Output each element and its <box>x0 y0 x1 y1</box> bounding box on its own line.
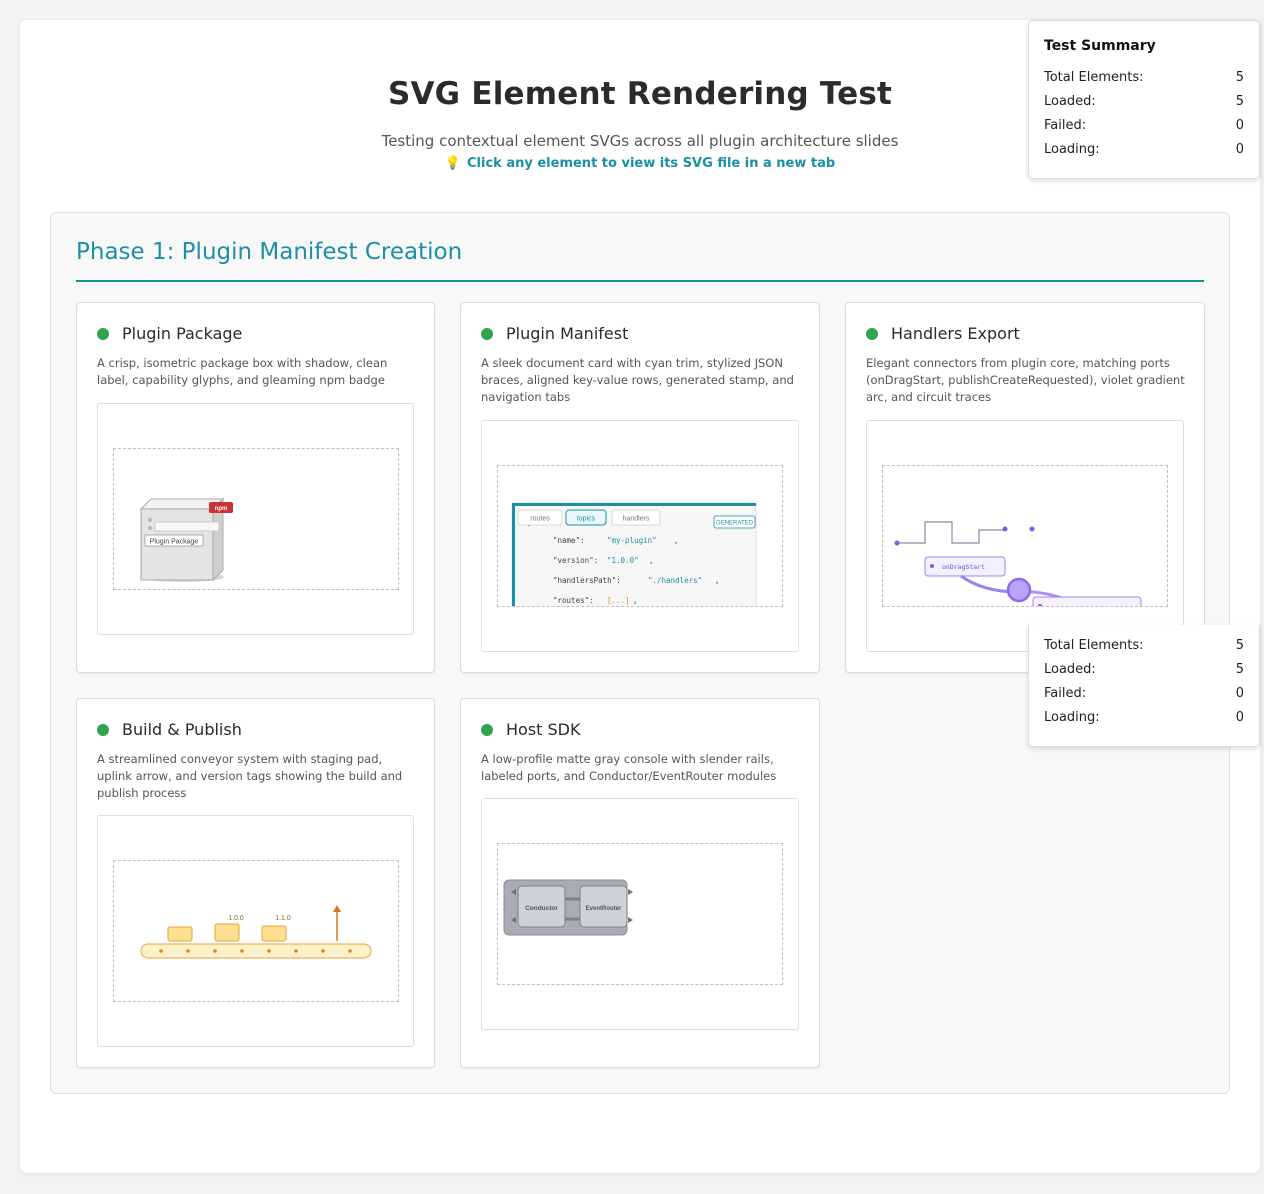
svg-preview-frame: Plugin Package npm <box>97 403 414 635</box>
summary-row-total: Total Elements: 5 <box>1044 638 1244 653</box>
summary-row-loading: Loading: 0 <box>1044 142 1244 157</box>
loaded-count: 5 <box>1235 94 1244 109</box>
status-loaded-icon <box>481 327 493 340</box>
status-loaded-icon <box>481 723 493 736</box>
card-description: Elegant connectors from plugin core, mat… <box>866 356 1185 404</box>
package-label: Plugin Package <box>150 539 199 546</box>
svg-text:"./handlers": "./handlers" <box>648 576 702 585</box>
card-header: Handlers Export <box>866 324 1020 343</box>
version-tag-1: 1.0.0 <box>228 915 244 922</box>
svg-text:"version":: "version": <box>553 556 598 565</box>
svg-text:"routes":: "routes": <box>553 596 594 605</box>
svg-text:[...]: [...] <box>607 596 630 605</box>
svg-text:,: , <box>633 596 638 605</box>
svg-text:Conductor: Conductor <box>525 905 558 912</box>
hint-text: Click any element to view its SVG file i… <box>467 156 836 171</box>
svg-preview-frame: 1.0.0 1.1.0 <box>97 815 414 1047</box>
svg-text:GENERATED: GENERATED <box>716 521 754 527</box>
status-loaded-icon <box>97 327 109 340</box>
svg-text:"1.0.0": "1.0.0" <box>607 556 639 565</box>
phase-title: Phase 1: Plugin Manifest Creation <box>76 239 463 265</box>
element-card-host-sdk: Host SDK A low-profile matte gray consol… <box>460 698 820 1068</box>
card-header: Plugin Manifest <box>481 324 628 343</box>
svg-preview-plugin-package[interactable]: Plugin Package npm <box>113 448 399 590</box>
lightbulb-icon: 💡 <box>444 156 461 171</box>
svg-preview-frame: Conductor EventRouter <box>481 798 799 1030</box>
handlers-connectors-illustration: onDragStart <box>894 521 1142 606</box>
element-card-plugin-manifest: Plugin Manifest A sleek document card wi… <box>460 302 820 673</box>
version-tag-2: 1.1.0 <box>275 915 291 922</box>
card-header: Host SDK <box>481 720 580 739</box>
conveyor-illustration: 1.0.0 1.1.0 <box>140 905 372 959</box>
card-description: A low-profile matte gray console with sl… <box>481 752 777 783</box>
summary-row-loaded: Loaded: 5 <box>1044 662 1244 677</box>
summary-row-loading: Loading: 0 <box>1044 710 1244 725</box>
card-title: Plugin Package <box>122 324 243 343</box>
host-console-illustration: Conductor EventRouter <box>503 879 633 936</box>
card-title: Plugin Manifest <box>506 324 629 343</box>
svg-preview-handlers-export[interactable]: onDragStart <box>882 465 1168 607</box>
summary-row-failed: Failed: 0 <box>1044 118 1244 133</box>
card-header: Plugin Package <box>97 324 242 343</box>
svg-text:topics: topics <box>577 516 596 523</box>
uplink-arrow-icon <box>333 905 341 912</box>
element-card-handlers-export: Handlers Export Elegant connectors from … <box>845 302 1205 673</box>
svg-text:"handlersPath":: "handlersPath": <box>553 576 621 585</box>
svg-text:onDragStart: onDragStart <box>942 563 985 571</box>
svg-text:EventRouter: EventRouter <box>586 906 622 912</box>
status-loaded-icon <box>866 327 878 340</box>
summary-title: Test Summary <box>1044 38 1156 54</box>
phase-divider <box>76 280 1204 282</box>
svg-preview-frame: routes topics handlers GENERATED "name":… <box>481 420 799 652</box>
svg-text:routes: routes <box>530 516 550 523</box>
loading-count: 0 <box>1235 142 1244 157</box>
card-title: Handlers Export <box>891 324 1020 343</box>
card-description: A crisp, isometric package box with shad… <box>97 356 388 387</box>
test-summary-panel: Test Summary Total Elements: 5 Loaded: 5 F… <box>1028 20 1260 179</box>
svg-text:,: , <box>715 576 720 585</box>
failed-count: 0 <box>1235 118 1244 133</box>
svg-text:handlers: handlers <box>623 516 650 523</box>
element-card-build-publish: Build & Publish A streamlined conveyor s… <box>76 698 435 1068</box>
svg-preview-host-sdk[interactable]: Conductor EventRouter <box>497 843 783 985</box>
card-description: A streamlined conveyor system with stagi… <box>97 752 403 800</box>
card-header: Build & Publish <box>97 720 242 739</box>
status-loaded-icon <box>97 723 109 736</box>
svg-preview-frame: onDragStart <box>866 420 1184 652</box>
summary-row-total: Total Elements: 5 <box>1044 70 1244 85</box>
test-page: SVG Element Rendering Test Testing conte… <box>20 20 1260 1173</box>
svg-preview-build-publish[interactable]: 1.0.0 1.1.0 <box>113 860 399 1002</box>
svg-text:,: , <box>674 536 679 545</box>
total-count: 5 <box>1235 70 1244 85</box>
card-title: Host SDK <box>506 720 581 739</box>
svg-text:,: , <box>649 556 654 565</box>
test-summary-panel-duplicate: Total Elements: 5 Loaded: 5 Failed: 0 Loadi… <box>1028 625 1260 747</box>
npm-badge-label: npm <box>215 506 228 512</box>
svg-text:"my-plugin": "my-plugin" <box>607 536 657 545</box>
card-description: A sleek document card with cyan trim, st… <box>481 356 794 404</box>
manifest-document-illustration: routes topics handlers GENERATED "name":… <box>511 502 757 606</box>
summary-row-failed: Failed: 0 <box>1044 686 1244 701</box>
summary-row-loaded: Loaded: 5 <box>1044 94 1244 109</box>
card-title: Build & Publish <box>122 720 242 739</box>
svg-text:"name":: "name": <box>553 536 585 545</box>
element-card-plugin-package: Plugin Package A crisp, isometric packag… <box>76 302 435 673</box>
svg-preview-plugin-manifest[interactable]: routes topics handlers GENERATED "name":… <box>497 465 783 607</box>
package-box-illustration: Plugin Package npm <box>139 497 233 582</box>
